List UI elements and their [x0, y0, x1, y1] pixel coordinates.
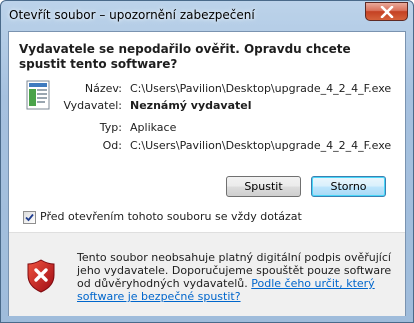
from-label: Od: [102, 139, 122, 152]
name-label: Název: [84, 82, 122, 95]
application-file-icon [26, 80, 50, 110]
name-value: C:\Users\Pavilion\Desktop\upgrade_4_2_4_… [130, 82, 392, 95]
close-button[interactable] [365, 2, 408, 21]
always-ask-label: Před otevřením tohoto souboru se vždy do… [40, 210, 302, 223]
publisher-value: Neznámý vydavatel [130, 99, 252, 112]
dialog-body: Vydavatele se nepodařilo ověřit. Opravdu… [8, 31, 406, 316]
close-icon [380, 6, 394, 18]
type-value: Aplikace [130, 121, 177, 134]
type-label: Typ: [99, 121, 122, 134]
warning-text: Tento soubor neobsahuje platný digitální… [77, 251, 399, 303]
security-warning-window: Otevřít soubor – upozornění zabezpečení … [0, 0, 414, 323]
cancel-button[interactable]: Storno [311, 176, 386, 197]
from-value: C:\Users\Pavilion\Desktop\upgrade_4_2_4_… [130, 139, 392, 152]
security-shield-icon [27, 259, 55, 293]
warning-footer: Tento soubor neobsahuje platný digitální… [9, 232, 405, 316]
checkmark-icon [25, 213, 34, 222]
window-title: Otevřít soubor – upozornění zabezpečení [9, 8, 255, 22]
run-button[interactable]: Spustit [226, 176, 301, 197]
dialog-heading: Vydavatele se nepodařilo ověřit. Opravdu… [19, 42, 351, 71]
publisher-label: Vydavatel: [63, 99, 122, 112]
title-bar[interactable]: Otevřít soubor – upozornění zabezpečení [1, 1, 413, 31]
always-ask-checkbox[interactable] [23, 211, 36, 224]
